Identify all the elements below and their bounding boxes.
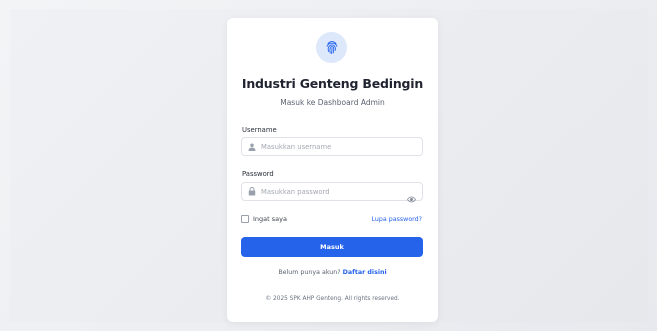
login-button[interactable]: Masuk: [241, 237, 423, 257]
username-label: Username: [242, 126, 277, 134]
register-link[interactable]: Daftar disini: [343, 269, 387, 276]
remember-checkbox[interactable]: [241, 215, 249, 223]
user-icon: [242, 143, 256, 151]
username-input[interactable]: [261, 142, 401, 151]
login-card: Industri Genteng Bedingin Masuk ke Dashb…: [227, 18, 438, 322]
password-input[interactable]: [261, 187, 401, 196]
remember-me[interactable]: Ingat saya: [241, 215, 287, 223]
footer-copyright: © 2025 SPK AHP Genteng. All rights reser…: [265, 296, 400, 302]
password-field[interactable]: [241, 182, 423, 203]
username-field[interactable]: [241, 137, 423, 156]
register-prompt: Belum punya akun? Daftar disini: [227, 269, 438, 276]
eye-icon[interactable]: [407, 188, 416, 207]
forgot-password-link[interactable]: Lupa password?: [372, 216, 422, 223]
page-subtitle: Masuk ke Dashboard Admin: [280, 98, 385, 107]
fingerprint-icon: [326, 41, 337, 55]
register-text: Belum punya akun?: [278, 269, 341, 276]
remember-label: Ingat saya: [253, 215, 287, 223]
page-title: Industri Genteng Bedingin: [241, 76, 424, 91]
lock-icon: [242, 187, 256, 196]
logo-badge: [316, 32, 347, 63]
password-label: Password: [242, 170, 274, 178]
